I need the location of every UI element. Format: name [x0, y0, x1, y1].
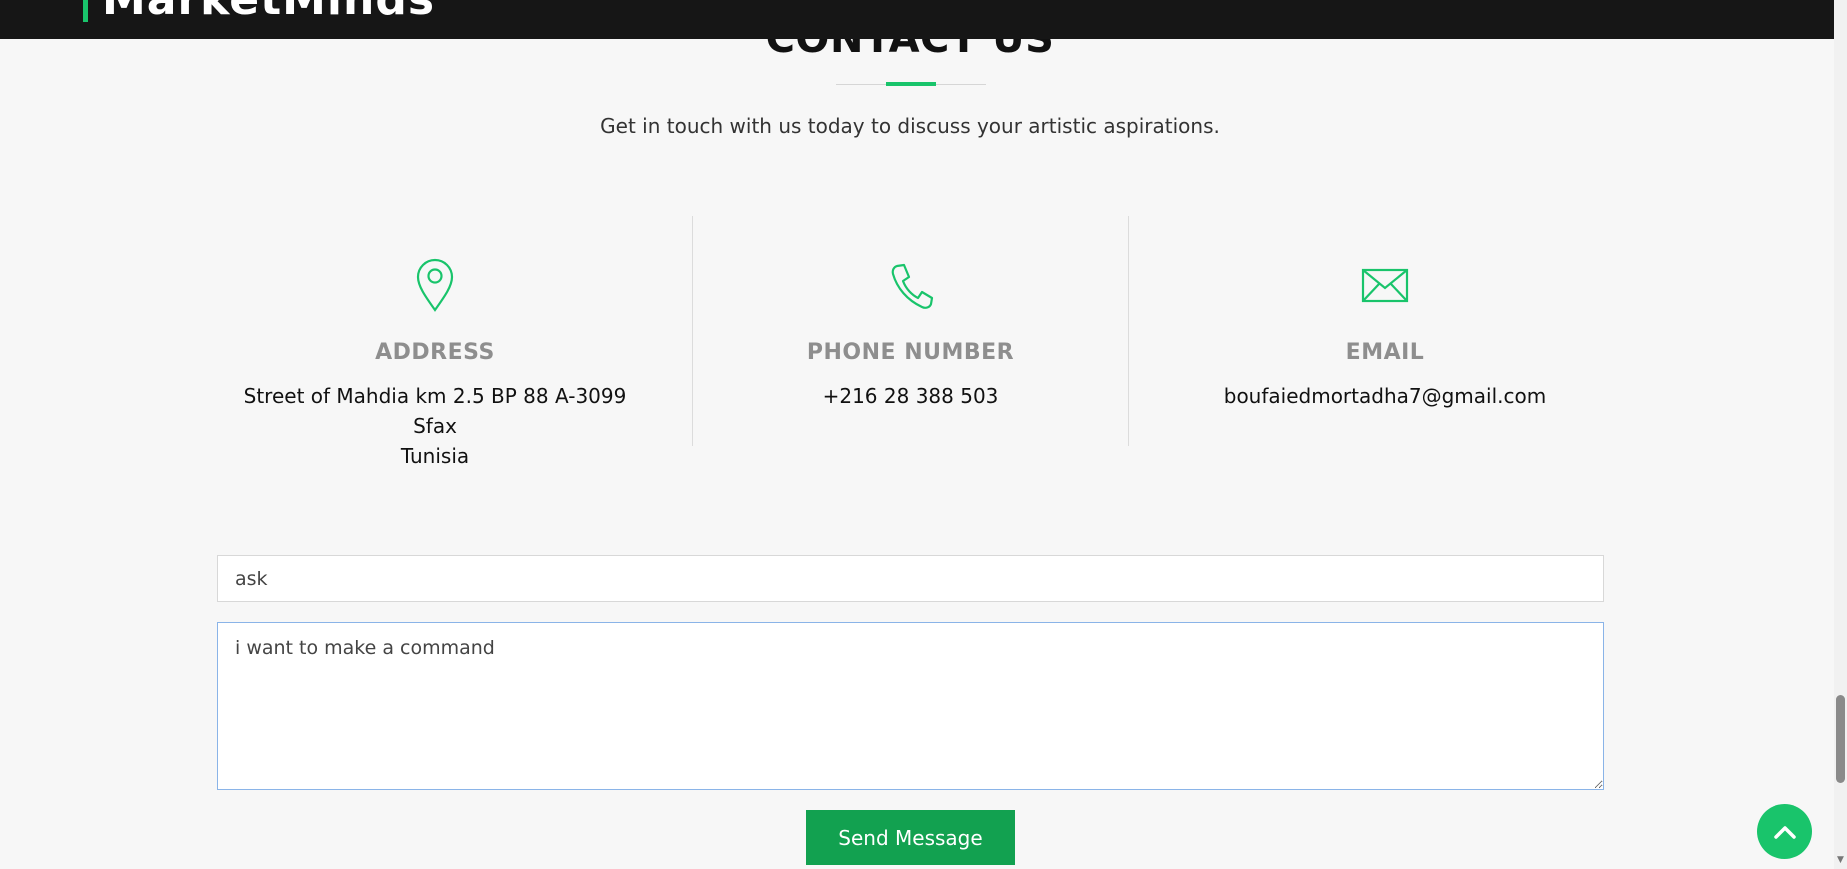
address-block: ADDRESS Street of Mahdia km 2.5 BP 88 A-… — [200, 216, 670, 468]
email-block: EMAIL boufaiedmortadha7@gmail.com — [1128, 216, 1642, 446]
top-navbar: MarketMinds — [0, 0, 1834, 39]
scrollbar-thumb[interactable] — [1836, 695, 1845, 783]
phone-icon — [891, 263, 933, 309]
phone-block: PHONE NUMBER +216 28 388 503 — [693, 216, 1128, 446]
contact-page: MarketMinds CONTACT US Get in touch with… — [0, 0, 1847, 869]
phone-heading: PHONE NUMBER — [806, 340, 1015, 365]
envelope-icon — [1361, 268, 1409, 303]
address-text: Street of Mahdia km 2.5 BP 88 A-3099 Sfa… — [200, 381, 670, 471]
title-accent-bar — [886, 82, 936, 86]
message-textarea[interactable]: i want to make a command — [217, 622, 1604, 790]
address-line-country: Tunisia — [400, 444, 470, 468]
section-subtitle: Get in touch with us today to discuss yo… — [600, 114, 1220, 138]
map-pin-icon — [416, 258, 454, 312]
email-heading: EMAIL — [1345, 340, 1425, 365]
brand-logo[interactable]: MarketMinds — [102, 0, 435, 25]
phone-number[interactable]: +216 28 388 503 — [693, 381, 1128, 411]
email-address[interactable]: boufaiedmortadha7@gmail.com — [1128, 381, 1642, 411]
subject-input[interactable] — [217, 555, 1604, 602]
back-to-top-button[interactable] — [1757, 804, 1812, 859]
address-line-city: Sfax — [413, 414, 457, 438]
address-line-street: Street of Mahdia km 2.5 BP 88 A-3099 — [243, 384, 627, 408]
scroll-down-arrow-icon[interactable]: ▼ — [1835, 855, 1846, 866]
send-message-button[interactable]: Send Message — [806, 810, 1015, 865]
chevron-up-icon — [1773, 825, 1796, 839]
address-heading: ADDRESS — [375, 340, 495, 365]
brand-accent-bar — [83, 0, 88, 22]
